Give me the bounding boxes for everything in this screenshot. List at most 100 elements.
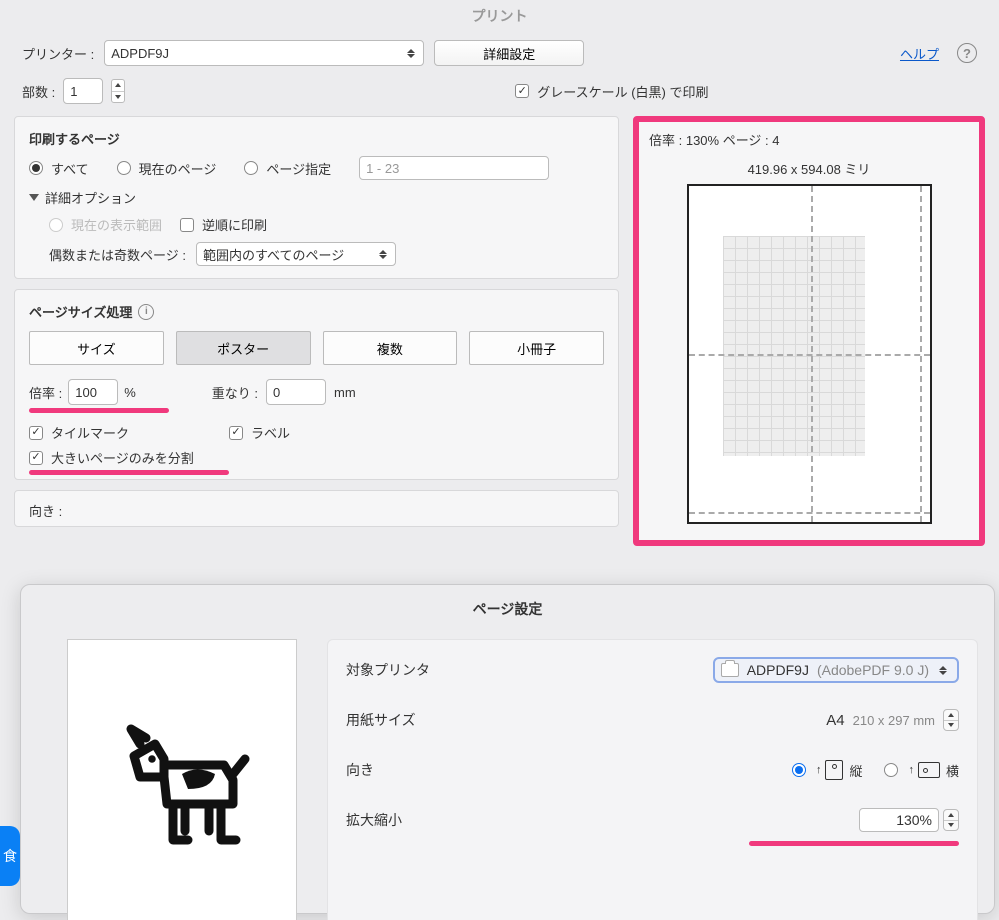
page-size-heading: ページサイズ処理 xyxy=(29,302,132,321)
reverse-order-label: 逆順に印刷 xyxy=(202,215,267,234)
even-odd-select[interactable]: 範囲内のすべてのページ xyxy=(196,242,396,266)
preview-canvas xyxy=(687,184,932,524)
window-title: プリント xyxy=(0,0,999,30)
copies-input[interactable]: 1 xyxy=(63,78,103,104)
target-printer-label: 対象プリンタ xyxy=(346,660,430,680)
side-ribbon[interactable]: 食 xyxy=(0,826,20,886)
copies-stepper[interactable] xyxy=(111,79,125,103)
print-dialog: プリント プリンター : ADPDF9J 詳細設定 ヘルプ ? 部数 : 1 グ… xyxy=(0,0,999,920)
tab-poster[interactable]: ポスター xyxy=(176,331,311,365)
sheet-scale-input[interactable]: 130% xyxy=(859,808,939,832)
scale-label: 倍率 : xyxy=(29,383,62,402)
disclosure-triangle-icon xyxy=(29,194,39,201)
grayscale-checkbox[interactable] xyxy=(515,84,529,98)
arrow-side-icon: ↑ xyxy=(908,764,914,776)
paper-size-dims: 210 x 297 mm xyxy=(853,713,935,728)
tile-marks-label: タイルマーク xyxy=(51,423,129,442)
pages-all-label: すべて xyxy=(51,159,89,178)
page-setup-controls: 対象プリンタ ADPDF9J (AdobePDF 9.0 J) 用紙サイズ A4 xyxy=(327,639,978,920)
pages-all-radio[interactable] xyxy=(29,161,43,175)
chevron-down-icon xyxy=(948,823,954,827)
paper-size-label: 用紙サイズ xyxy=(346,710,416,730)
paper-size-row: 用紙サイズ A4 210 x 297 mm xyxy=(346,704,959,736)
preview-panel: 倍率 : 130% ページ : 4 419.96 x 594.08 ミリ xyxy=(633,116,985,546)
pages-range-label: ページ指定 xyxy=(266,159,331,178)
middle-area: 印刷するページ すべて 現在のページ ページ指定 1 - 23 詳細オプション … xyxy=(0,116,999,546)
page-range-input[interactable]: 1 - 23 xyxy=(359,156,549,180)
printer-select-value: ADPDF9J xyxy=(111,46,169,61)
sheet-scale-stepper[interactable] xyxy=(943,809,959,831)
paper-size-stepper[interactable] xyxy=(943,709,959,731)
highlight-underline xyxy=(749,841,959,846)
tab-size[interactable]: サイズ xyxy=(29,331,164,365)
portrait-icon xyxy=(825,760,843,780)
orientation-landscape-label: 横 xyxy=(946,761,959,780)
preview-heading: 倍率 : 130% ページ : 4 xyxy=(649,130,969,149)
grayscale-label: グレースケール (白黒) で印刷 xyxy=(537,82,708,101)
highlight-underline xyxy=(29,408,169,413)
printer-icon xyxy=(721,663,739,677)
overlap-label: 重なり : xyxy=(212,383,258,402)
chevron-down-icon xyxy=(948,723,954,727)
page-size-tabs: サイズ ポスター 複数 小冊子 xyxy=(29,331,604,365)
page-setup-sheet: ページ設定 xyxy=(20,584,995,914)
labels-checkbox[interactable] xyxy=(229,426,243,440)
page-size-panel: ページサイズ処理 i サイズ ポスター 複数 小冊子 倍率 : 100 % xyxy=(14,289,619,480)
landscape-icon xyxy=(918,762,940,778)
overlap-unit: mm xyxy=(334,385,356,400)
advanced-options-label: 詳細オプション xyxy=(45,188,136,207)
scale-percent: % xyxy=(124,385,136,400)
target-printer-select[interactable]: ADPDF9J (AdobePDF 9.0 J) xyxy=(713,657,959,683)
advanced-options-content: 現在の表示範囲 逆順に印刷 偶数または奇数ページ : 範囲内のすべてのページ xyxy=(29,215,604,266)
printer-select[interactable]: ADPDF9J xyxy=(104,40,424,66)
pages-current-label: 現在のページ xyxy=(139,159,217,178)
pages-radio-row: すべて 現在のページ ページ指定 1 - 23 xyxy=(29,156,604,180)
tile-divider-horizontal xyxy=(689,354,930,356)
tab-multi[interactable]: 複数 xyxy=(323,331,458,365)
dog-icon xyxy=(107,714,257,864)
tab-booklet[interactable]: 小冊子 xyxy=(469,331,604,365)
orientation-row: 向き ↑ 縦 ↑ 横 xyxy=(346,754,959,786)
tile-marks-checkbox[interactable] xyxy=(29,426,43,440)
pages-current-radio[interactable] xyxy=(117,161,131,175)
select-caret-icon xyxy=(377,246,389,262)
orientation-panel: 向き : xyxy=(14,490,619,527)
copies-label: 部数 : xyxy=(22,82,55,101)
page-setup-title: ページ設定 xyxy=(37,599,978,619)
info-icon[interactable]: i xyxy=(138,304,154,320)
highlight-underline xyxy=(29,470,229,475)
current-view-label: 現在の表示範囲 xyxy=(71,215,162,234)
orientation-portrait-radio[interactable] xyxy=(792,763,806,777)
current-view-radio xyxy=(49,218,63,232)
help-icon[interactable]: ? xyxy=(957,43,977,63)
chevron-up-icon xyxy=(948,813,954,817)
help-link[interactable]: ヘルプ xyxy=(900,44,939,63)
preview-page xyxy=(723,236,865,456)
printer-label: プリンター : xyxy=(22,44,94,63)
print-pages-panel: 印刷するページ すべて 現在のページ ページ指定 1 - 23 詳細オプション … xyxy=(14,116,619,279)
even-odd-value: 範囲内のすべてのページ xyxy=(203,245,344,264)
sheet-scale-label: 拡大縮小 xyxy=(346,810,402,830)
preview-dimensions: 419.96 x 594.08 ミリ xyxy=(649,159,969,178)
split-large-label: 大きいページのみを分割 xyxy=(51,448,194,467)
printer-row: プリンター : ADPDF9J 詳細設定 ヘルプ ? xyxy=(0,30,999,72)
advanced-settings-button[interactable]: 詳細設定 xyxy=(434,40,584,66)
split-large-checkbox[interactable] xyxy=(29,451,43,465)
left-column: 印刷するページ すべて 現在のページ ページ指定 1 - 23 詳細オプション … xyxy=(14,116,619,546)
pages-range-radio[interactable] xyxy=(244,161,258,175)
chevron-up-icon xyxy=(115,83,121,87)
grayscale-checkbox-row: グレースケール (白黒) で印刷 xyxy=(515,82,708,101)
reverse-order-checkbox[interactable] xyxy=(180,218,194,232)
scale-row: 倍率 : 100 % 重なり : 0 mm xyxy=(29,379,604,405)
chevron-down-icon xyxy=(115,95,121,99)
orientation-label: 向き : xyxy=(29,504,62,519)
advanced-options-toggle[interactable]: 詳細オプション xyxy=(29,188,604,207)
labels-label: ラベル xyxy=(251,423,290,442)
copies-row: 部数 : 1 グレースケール (白黒) で印刷 xyxy=(0,72,999,116)
orientation-portrait-label: 縦 xyxy=(849,761,862,780)
orientation-landscape-radio[interactable] xyxy=(884,763,898,777)
scale-input[interactable]: 100 xyxy=(68,379,118,405)
even-odd-label: 偶数または奇数ページ : xyxy=(49,245,186,264)
overlap-input[interactable]: 0 xyxy=(266,379,326,405)
select-caret-icon xyxy=(937,662,949,678)
